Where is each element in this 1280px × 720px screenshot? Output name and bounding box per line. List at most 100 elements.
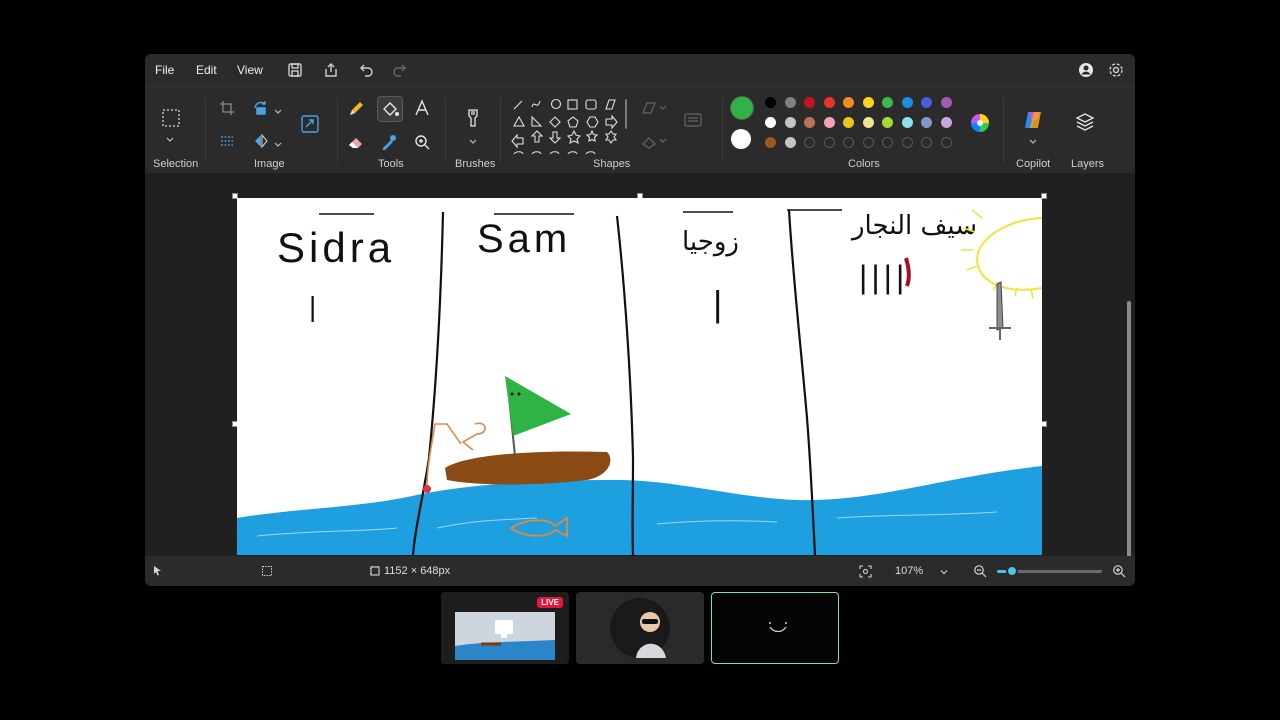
palette-swatch[interactable] <box>862 97 874 108</box>
palette-swatch[interactable] <box>784 137 796 148</box>
vertical-scrollbar[interactable] <box>1127 301 1131 577</box>
zoom-in-icon[interactable] <box>1112 564 1126 578</box>
tally-col3: | <box>713 283 722 324</box>
undo-icon[interactable] <box>357 60 377 80</box>
palette-empty-slot[interactable] <box>901 137 913 148</box>
palette-swatch[interactable] <box>843 97 854 108</box>
palette-swatch[interactable] <box>804 117 815 128</box>
brush-icon[interactable] <box>462 107 484 129</box>
zoom-slider-thumb[interactable] <box>1005 565 1018 577</box>
group-label-colors: Colors <box>848 158 880 170</box>
participant-self-thumbnail[interactable] <box>711 592 839 664</box>
palette-swatch[interactable] <box>882 117 893 128</box>
share-icon[interactable] <box>321 60 341 80</box>
selection-rectangle-icon[interactable] <box>160 107 182 129</box>
menu-bar: File Edit View <box>145 54 1135 86</box>
status-bar: 1152 × 648px 107% <box>145 556 1135 586</box>
selection-chevron-down-icon[interactable] <box>165 131 175 142</box>
zoom-slider[interactable] <box>997 565 1102 577</box>
participant-video-thumbnail[interactable] <box>576 592 704 664</box>
palette-swatch[interactable] <box>940 117 952 128</box>
drawing-canvas[interactable]: Sidra Sam زوجيا سيف النجار | | |||| <box>237 198 1043 556</box>
group-label-selection: Selection <box>153 158 199 170</box>
brushes-chevron-down-icon[interactable] <box>468 133 478 144</box>
shape-fill-icon[interactable] <box>640 132 668 150</box>
magnifier-icon[interactable] <box>412 132 432 152</box>
palette-swatch[interactable] <box>901 97 913 108</box>
palette-empty-slot[interactable] <box>940 137 952 148</box>
text-tool-icon[interactable] <box>412 98 432 118</box>
palette-empty-slot[interactable] <box>823 137 835 148</box>
palette-swatch[interactable] <box>901 117 913 128</box>
screen-share-thumbnail[interactable]: LIVE <box>441 592 569 664</box>
save-icon[interactable] <box>285 60 305 80</box>
sun-drawing <box>975 217 1043 291</box>
edit-colors-wheel-icon[interactable] <box>969 112 991 134</box>
eraser-icon[interactable] <box>346 132 366 152</box>
palette-empty-slot[interactable] <box>921 137 932 148</box>
ribbon-toolbar: Selection Image Tools Brushes Shapes Col… <box>145 86 1135 174</box>
group-label-tools: Tools <box>378 158 404 170</box>
flip-chevron-down-icon[interactable] <box>273 136 283 147</box>
cursor-position-icon <box>152 565 164 577</box>
fill-bucket-icon[interactable] <box>377 96 403 122</box>
palette-swatch[interactable] <box>784 97 796 108</box>
settings-gear-icon[interactable] <box>1106 60 1126 80</box>
size-icon[interactable] <box>682 111 704 129</box>
group-label-layers: Layers <box>1071 158 1105 170</box>
shapes-gallery[interactable] <box>510 95 622 155</box>
zoom-level[interactable]: 107% <box>895 565 923 577</box>
palette-swatch[interactable] <box>765 137 776 148</box>
palette-swatch[interactable] <box>862 117 874 128</box>
palette-swatch[interactable] <box>843 117 854 128</box>
fishing-bobber-drawing <box>423 485 431 493</box>
crop-icon[interactable] <box>218 99 236 117</box>
zoom-out-icon[interactable] <box>973 564 987 578</box>
palette-empty-slot[interactable] <box>882 137 893 148</box>
rotate-icon[interactable] <box>252 99 270 117</box>
rotate-chevron-down-icon[interactable] <box>273 103 283 114</box>
palette-swatch[interactable] <box>940 97 952 108</box>
pencil-icon[interactable] <box>346 99 366 119</box>
paint-window: File Edit View Selection Image Tools Bru… <box>145 54 1135 586</box>
layers-icon[interactable] <box>1074 111 1096 133</box>
shape-outline-icon[interactable] <box>640 99 668 117</box>
canvas-area: Sidra Sam زوجيا سيف النجار | | |||| <box>145 173 1135 577</box>
live-badge: LIVE <box>537 597 563 608</box>
color-picker-icon[interactable] <box>379 132 399 152</box>
palette-empty-slot[interactable] <box>862 137 874 148</box>
tally-col4: |||| <box>859 259 908 295</box>
title-underlines-drawing <box>319 209 842 215</box>
menu-view[interactable]: View <box>237 63 263 77</box>
resize-image-icon[interactable] <box>299 113 321 135</box>
palette-swatch[interactable] <box>823 117 835 128</box>
secondary-color-swatch[interactable] <box>731 129 751 149</box>
canvas-dimensions: 1152 × 648px <box>384 565 451 577</box>
participant-thumbnails: LIVE <box>441 592 841 666</box>
copilot-icon[interactable] <box>1022 109 1044 131</box>
selection-size-icon <box>261 565 273 577</box>
palette-swatch[interactable] <box>765 97 776 108</box>
flip-icon[interactable] <box>252 132 270 150</box>
primary-color-swatch[interactable] <box>730 96 754 120</box>
shapes-scrollbar[interactable] <box>624 99 628 129</box>
menu-file[interactable]: File <box>155 63 174 77</box>
palette-swatch[interactable] <box>784 117 796 128</box>
menu-edit[interactable]: Edit <box>196 63 217 77</box>
palette-swatch[interactable] <box>921 97 932 108</box>
palette-empty-slot[interactable] <box>843 137 854 148</box>
zoom-chevron-down-icon[interactable] <box>940 567 948 575</box>
boat-hull-drawing <box>445 451 611 485</box>
background-remove-icon[interactable] <box>218 132 236 150</box>
copilot-chevron-down-icon[interactable] <box>1028 133 1038 144</box>
palette-swatch[interactable] <box>823 97 835 108</box>
group-label-shapes: Shapes <box>593 158 631 170</box>
palette-swatch[interactable] <box>804 97 815 108</box>
palette-empty-slot[interactable] <box>804 137 815 148</box>
palette-swatch[interactable] <box>765 117 776 128</box>
account-icon[interactable] <box>1076 60 1096 80</box>
palette-swatch[interactable] <box>921 117 932 128</box>
redo-icon[interactable] <box>389 60 409 80</box>
palette-swatch[interactable] <box>882 97 893 108</box>
fit-to-window-icon[interactable] <box>859 565 872 578</box>
